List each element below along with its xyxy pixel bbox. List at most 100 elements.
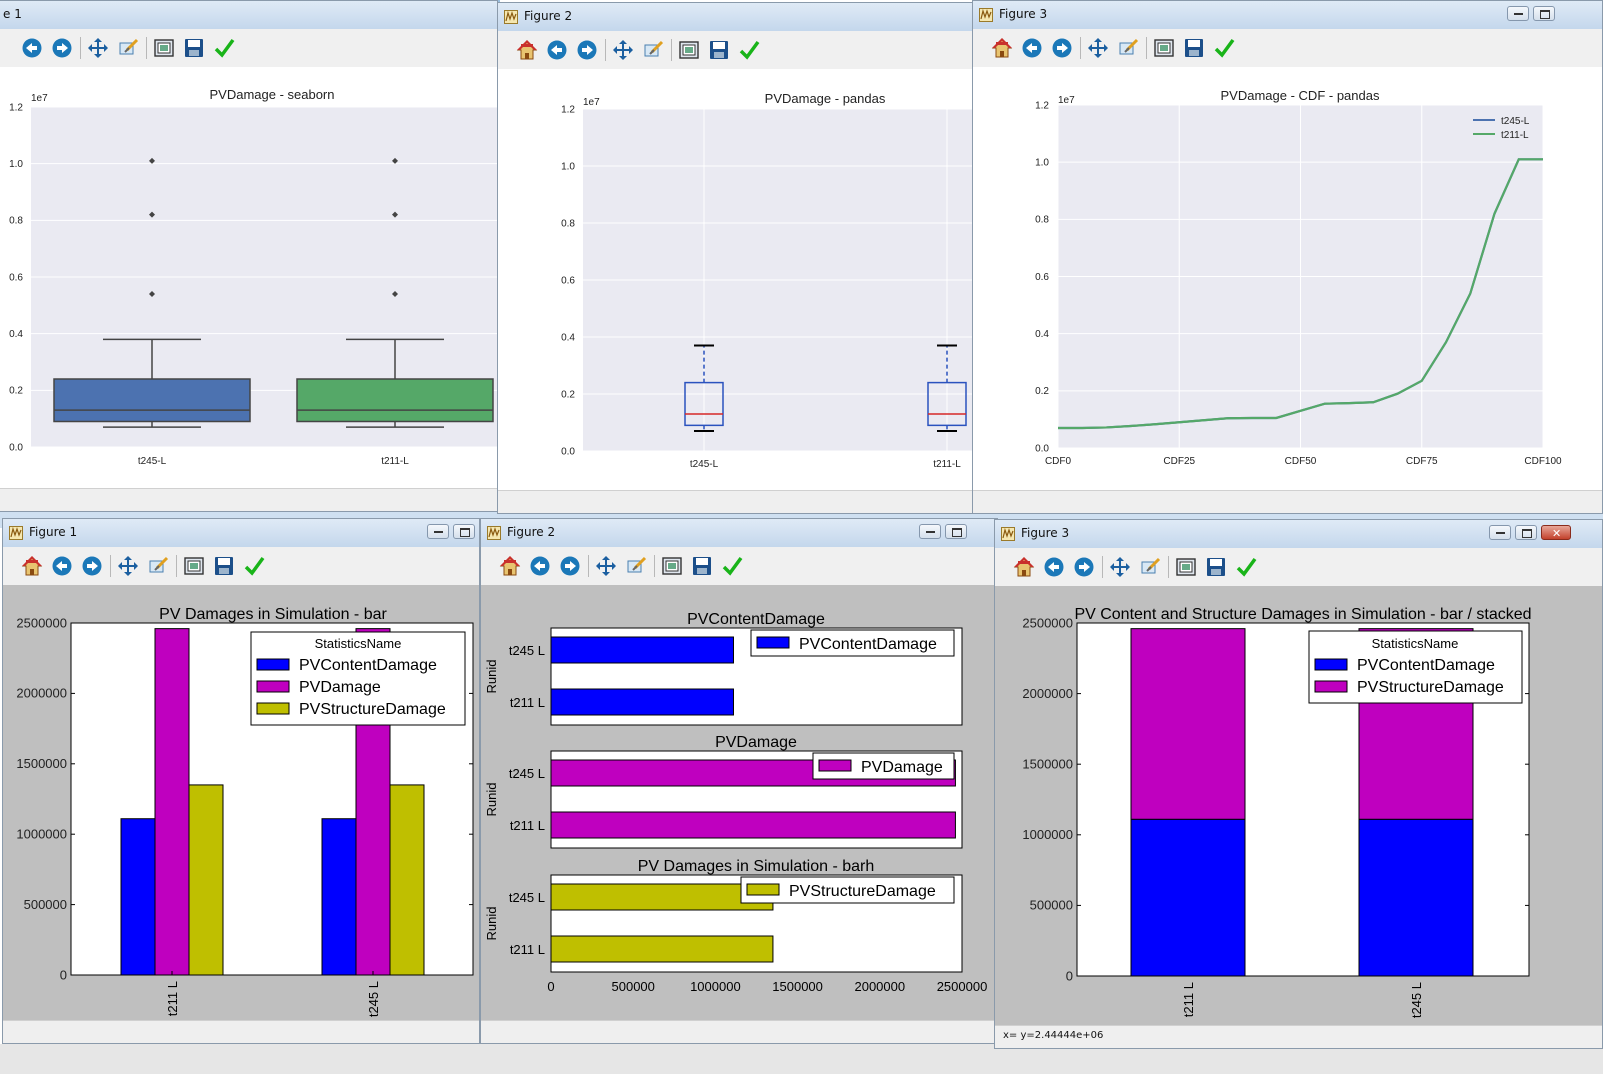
back-arrow-icon[interactable]: [21, 37, 43, 59]
back-arrow-icon[interactable]: [1021, 37, 1043, 59]
forward-arrow-icon[interactable]: [1073, 556, 1095, 578]
title-bar[interactable]: Figure 3: [973, 1, 1602, 30]
save-icon[interactable]: [213, 555, 235, 577]
forward-arrow-icon[interactable]: [576, 39, 598, 61]
pan-icon[interactable]: [87, 37, 109, 59]
back-arrow-icon[interactable]: [51, 555, 73, 577]
save-icon[interactable]: [1183, 37, 1205, 59]
figure-canvas[interactable]: 0.0 0.2 0.4 0.6 0.8 1.0 1.2 CDF0 CDF25 CDF50 CDF75…: [973, 67, 1602, 491]
minimize-button[interactable]: [1507, 6, 1529, 21]
zoom-icon[interactable]: [1139, 556, 1161, 578]
maximize-button[interactable]: [453, 524, 475, 539]
minimize-button[interactable]: [1489, 525, 1511, 540]
back-arrow-icon[interactable]: [1043, 556, 1065, 578]
zoom-icon[interactable]: [147, 555, 169, 577]
y-tick-label: 0.4: [1035, 329, 1049, 340]
boxplot-pandas-chart: 0.0 0.2 0.4 0.6 0.8 1.0 1.2 PVDamage - pandas 1e…: [561, 91, 976, 470]
pan-icon[interactable]: [117, 555, 139, 577]
title-bar[interactable]: e 1: [0, 1, 497, 30]
zoom-icon[interactable]: [117, 37, 139, 59]
home-icon[interactable]: [499, 555, 521, 577]
check-icon[interactable]: [213, 37, 235, 59]
minimize-button[interactable]: [919, 524, 941, 539]
legend-title: StatisticsName: [315, 636, 402, 651]
check-icon[interactable]: [738, 39, 760, 61]
legend-swatch: [818, 759, 852, 772]
pan-icon[interactable]: [612, 39, 634, 61]
y-tick-label: 2000000: [1022, 686, 1073, 701]
y-tick-label: 1.2: [561, 104, 575, 115]
subplots-icon[interactable]: [153, 37, 175, 59]
offset-text: 1e7: [583, 97, 600, 108]
title-bar[interactable]: Figure 2: [498, 3, 976, 32]
figure-window-bar[interactable]: Figure 1 0 500000 1000000 1500000 2000000 250…: [2, 518, 480, 1044]
home-icon[interactable]: [1013, 556, 1035, 578]
subplots-icon[interactable]: [1175, 556, 1197, 578]
forward-arrow-icon[interactable]: [559, 555, 581, 577]
figure-canvas[interactable]: 0.0 0.2 0.4 0.6 0.8 1.0 1.2 PVDamage - pandas 1e…: [498, 69, 976, 491]
figure-canvas[interactable]: 0 500000 1000000 1500000 2000000 2500000 PV Da…: [3, 585, 479, 1021]
y-tick-label: 2500000: [16, 615, 67, 630]
subplots-icon[interactable]: [183, 555, 205, 577]
forward-arrow-icon[interactable]: [1051, 37, 1073, 59]
forward-arrow-icon[interactable]: [51, 37, 73, 59]
bar-PVStructureDamage: [550, 935, 774, 963]
check-icon[interactable]: [1235, 556, 1257, 578]
zoom-icon[interactable]: [1117, 37, 1139, 59]
figure-canvas[interactable]: PVContentDamage Runid t245 L t211 L PVConten…: [481, 585, 997, 1021]
minimize-button[interactable]: [427, 524, 449, 539]
check-icon[interactable]: [243, 555, 265, 577]
back-arrow-icon[interactable]: [529, 555, 551, 577]
zoom-icon[interactable]: [625, 555, 647, 577]
pan-icon[interactable]: [595, 555, 617, 577]
toolbar-separator: [1102, 556, 1103, 578]
figure-canvas[interactable]: 0.0 0.2 0.4 0.6 0.8 1.0 1.2 PVDamage - seaborn 1…: [0, 67, 497, 489]
title-bar[interactable]: Figure 2: [481, 519, 997, 548]
subplots-icon[interactable]: [661, 555, 683, 577]
maximize-button[interactable]: [1515, 525, 1537, 540]
pan-icon[interactable]: [1109, 556, 1131, 578]
home-icon[interactable]: [516, 39, 538, 61]
status-bar: [0, 488, 497, 511]
back-arrow-icon[interactable]: [546, 39, 568, 61]
home-icon[interactable]: [21, 555, 43, 577]
check-icon[interactable]: [1213, 37, 1235, 59]
maximize-button[interactable]: [1533, 6, 1555, 21]
close-button[interactable]: ✕: [1541, 525, 1571, 540]
legend-label: PVDamage: [299, 679, 381, 696]
x-tick-label: 2500000: [937, 979, 988, 994]
figure-window-pandas-box[interactable]: Figure 2 0.0 0.2 0.4 0.6 0.8 1.0 1.2 PVDamage -…: [497, 2, 977, 514]
figure-window-stacked[interactable]: Figure 3 ✕ 0 500000 1000000 1500000 2000000 2…: [994, 519, 1603, 1049]
y-tick-label: 1.0: [9, 159, 23, 170]
save-icon[interactable]: [708, 39, 730, 61]
check-icon[interactable]: [721, 555, 743, 577]
save-icon[interactable]: [183, 37, 205, 59]
toolbar-separator: [1080, 37, 1081, 59]
figure-window-cdf[interactable]: Figure 3 0.0 0.2 0.4 0.6 0.8 1.0 1.2 CDF0 CDF25 C…: [972, 0, 1603, 514]
figure-window-seaborn[interactable]: e 1 0.0 0.2 0.4 0.6 0.8 1.0 1.2 PVDamage - seab…: [0, 0, 498, 512]
y-tick-label: 0.0: [561, 446, 575, 457]
chart-title: PVDamage - seaborn: [209, 87, 334, 102]
window-title: Figure 2: [507, 525, 556, 539]
figure-canvas[interactable]: 0 500000 1000000 1500000 2000000 2500000 PV Co…: [995, 586, 1602, 1026]
forward-arrow-icon[interactable]: [81, 555, 103, 577]
save-icon[interactable]: [691, 555, 713, 577]
save-icon[interactable]: [1205, 556, 1227, 578]
home-icon[interactable]: [991, 37, 1013, 59]
zoom-icon[interactable]: [642, 39, 664, 61]
y-tick-label: 1500000: [16, 756, 67, 771]
figure-window-barh[interactable]: Figure 2 PVContentDamage Runid t245 L t211 …: [480, 518, 998, 1044]
bar-PVDamage: [550, 811, 956, 839]
bar-PVContentDamage: [321, 818, 357, 976]
maximize-button[interactable]: [945, 524, 967, 539]
title-bar[interactable]: Figure 3 ✕: [995, 520, 1602, 549]
y-tick-label: 1.0: [561, 161, 575, 172]
y-tick-label: 500000: [24, 897, 67, 912]
legend-swatch: [256, 702, 290, 715]
toolbar: [498, 31, 976, 70]
subplots-icon[interactable]: [678, 39, 700, 61]
subplots-icon[interactable]: [1153, 37, 1175, 59]
bar-PVContentDamage: [120, 818, 156, 976]
title-bar[interactable]: Figure 1: [3, 519, 479, 548]
pan-icon[interactable]: [1087, 37, 1109, 59]
